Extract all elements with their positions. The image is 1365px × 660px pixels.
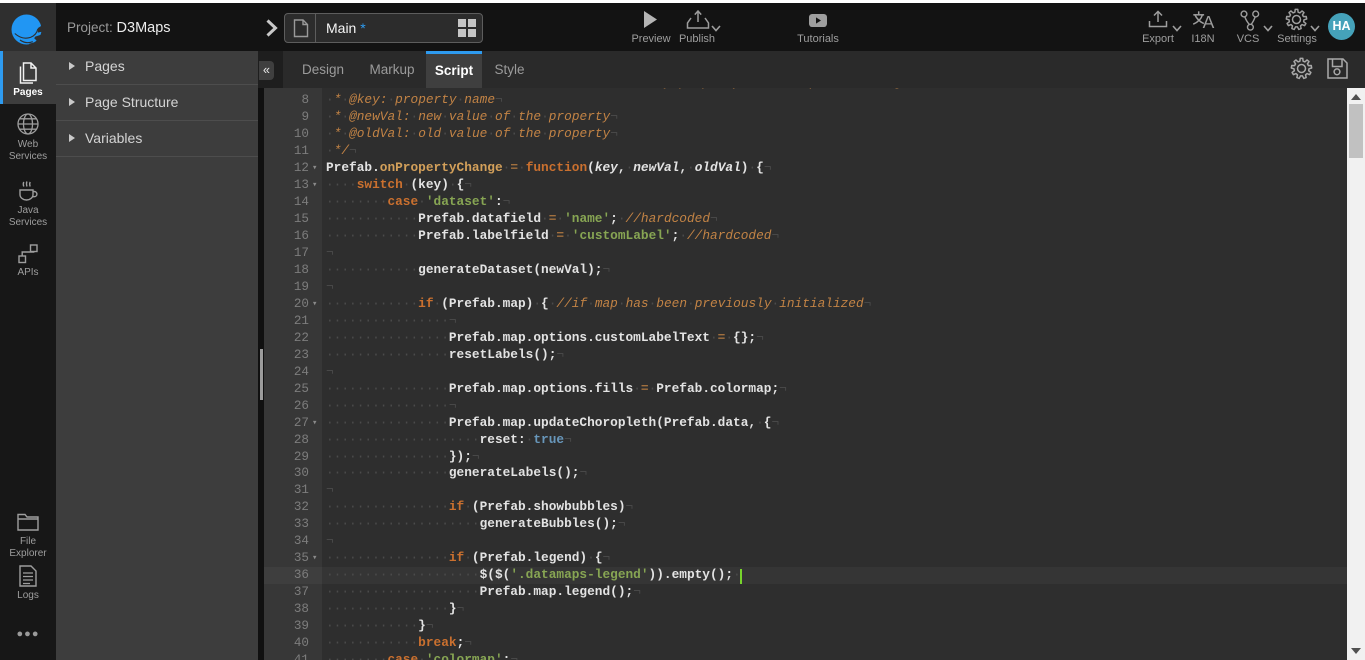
svg-text:A: A (1203, 12, 1215, 32)
